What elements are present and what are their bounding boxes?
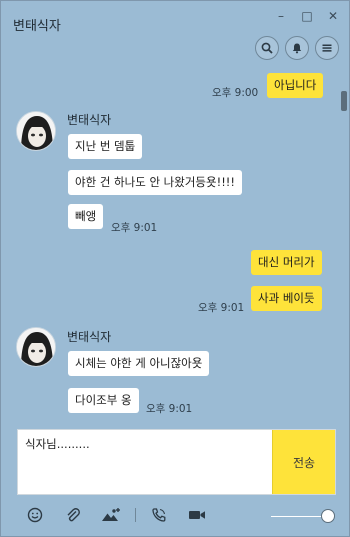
notification-button[interactable] <box>285 36 309 60</box>
message-input[interactable]: 식자님......... <box>25 436 90 452</box>
chat-window: 변태식자 – □ ✕ 아닙니다 오후 9:00 변태식자 지난 번 뎀툽 야한 … <box>0 0 350 537</box>
message-time: 오후 9:01 <box>111 222 158 234</box>
bell-icon <box>292 43 302 54</box>
message-time: 오후 9:01 <box>198 302 245 314</box>
my-message[interactable]: 대신 머리가 <box>251 250 322 275</box>
chat-title: 변태식자 <box>13 19 61 34</box>
their-message[interactable]: 빼앵 <box>68 204 104 229</box>
toolbar-divider <box>135 508 136 522</box>
header-actions <box>255 36 339 60</box>
profile-picture-icon <box>17 112 55 150</box>
minimize-button[interactable]: – <box>275 9 287 23</box>
their-message[interactable]: 야한 건 하나도 안 나왔거등욧!!!! <box>68 170 243 195</box>
emoji-icon <box>27 507 43 523</box>
maximize-button[interactable]: □ <box>301 9 313 23</box>
chat-scrollbar[interactable] <box>339 71 349 426</box>
attach-icon <box>67 508 80 522</box>
profile-picture-icon <box>17 328 55 366</box>
my-message[interactable]: 아닙니다 <box>267 73 324 98</box>
send-button[interactable]: 전송 <box>272 430 335 494</box>
video-call-button[interactable] <box>187 505 207 525</box>
title-bar: 변태식자 – □ ✕ <box>1 1 349 71</box>
image-icon <box>102 508 120 521</box>
slider-knob[interactable] <box>321 509 335 523</box>
bottom-toolbar <box>1 501 349 531</box>
sender-name: 변태식자 <box>67 113 112 127</box>
call-button[interactable] <box>149 505 169 525</box>
message-time: 오후 9:00 <box>212 87 259 99</box>
attach-button[interactable] <box>63 505 83 525</box>
their-message[interactable]: 시체는 야한 게 아니잖아욧 <box>68 351 210 376</box>
menu-button[interactable] <box>315 36 339 60</box>
close-button[interactable]: ✕ <box>327 9 339 23</box>
search-button[interactable] <box>255 36 279 60</box>
window-controls: – □ ✕ <box>275 9 339 23</box>
sender-name: 변태식자 <box>67 330 112 344</box>
their-message[interactable]: 지난 번 뎀툽 <box>68 134 143 159</box>
avatar[interactable] <box>16 111 56 151</box>
message-time: 오후 9:01 <box>146 403 193 415</box>
call-icon <box>152 508 166 522</box>
video-icon <box>189 511 205 519</box>
avatar[interactable] <box>16 327 56 367</box>
image-button[interactable] <box>101 505 121 525</box>
scrollbar-thumb[interactable] <box>341 91 347 111</box>
message-input-area[interactable]: 식자님......... 전송 <box>17 429 336 495</box>
search-icon <box>261 42 273 54</box>
emoji-button[interactable] <box>25 505 45 525</box>
their-message[interactable]: 다이조부 옹 <box>68 388 139 413</box>
my-message[interactable]: 사과 베이듯 <box>251 286 322 311</box>
menu-icon <box>322 44 332 52</box>
